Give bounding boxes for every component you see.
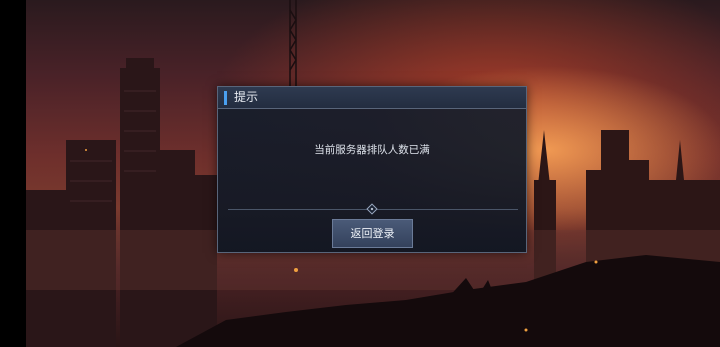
dialog-message: 当前服务器排队人数已满: [314, 144, 430, 156]
screen-edge-bar: [0, 0, 26, 347]
notice-dialog: 提示 当前服务器排队人数已满 返回登录: [217, 86, 527, 253]
diamond-ornament-core: [370, 207, 374, 211]
dialog-header: 提示: [218, 87, 526, 109]
diamond-ornament-icon: [366, 203, 378, 215]
title-accent-bar: [224, 91, 227, 105]
radio-tower: [289, 0, 297, 86]
left-skyline: [26, 58, 217, 347]
dialog-title: 提示: [234, 90, 259, 104]
return-to-login-button[interactable]: 返回登录: [332, 219, 413, 248]
